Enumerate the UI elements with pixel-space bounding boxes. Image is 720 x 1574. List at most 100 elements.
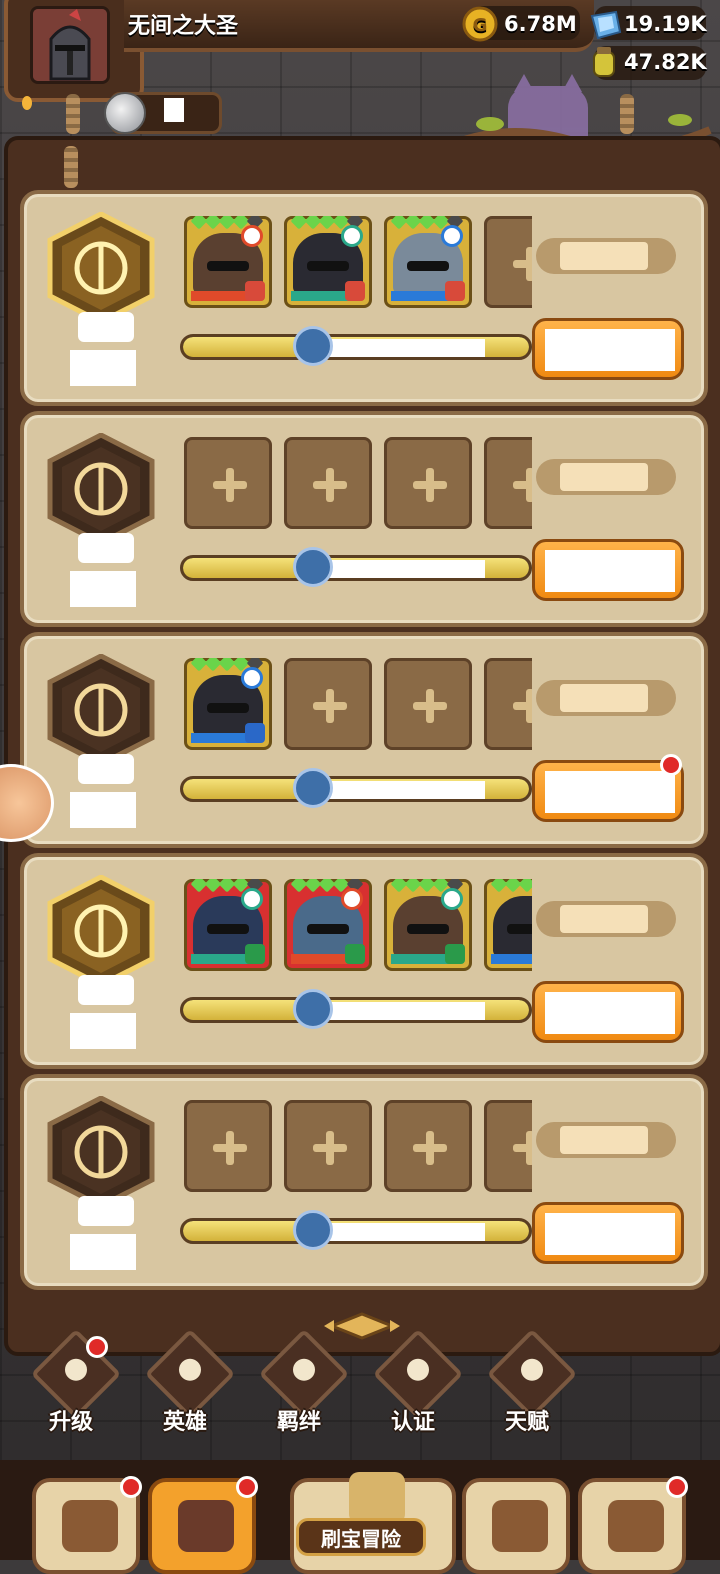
hero-card[interactable] — [284, 879, 372, 971]
hero-card[interactable] — [184, 658, 272, 750]
bow-icon[interactable] — [46, 1095, 156, 1209]
progress-gem-icon — [292, 989, 333, 1029]
plus-icon — [413, 689, 447, 723]
tab-hero[interactable]: 英雄 — [128, 1328, 242, 1446]
class-name-label — [70, 571, 136, 607]
star-icon — [404, 216, 422, 230]
notification-badge — [236, 1476, 258, 1498]
class-progress-bar — [180, 555, 532, 581]
class-upgrade-button[interactable] — [532, 318, 684, 380]
star-icon — [504, 879, 522, 893]
silver-medal-icon — [104, 92, 146, 134]
star-icon — [318, 879, 336, 893]
plus-icon — [413, 1131, 447, 1165]
fire-element-icon — [341, 888, 363, 910]
empty-hero-slot[interactable] — [384, 437, 472, 529]
class-upgrade-button[interactable] — [532, 981, 684, 1043]
bonus-tag — [536, 680, 676, 716]
empty-hero-slot[interactable] — [384, 658, 472, 750]
hero-card[interactable] — [384, 879, 472, 971]
bonus-tag-text — [560, 1126, 648, 1154]
player-avatar[interactable] — [30, 6, 110, 84]
empty-hero-slot[interactable] — [384, 1100, 472, 1192]
button-label-redacted — [545, 1213, 675, 1255]
tab-talent[interactable]: 天赋 — [470, 1328, 584, 1446]
empty-hero-slot[interactable] — [484, 437, 532, 529]
progress-text-redacted — [329, 1002, 485, 1020]
notification-badge — [666, 1476, 688, 1498]
hero-slot-list — [184, 879, 532, 975]
hero-card[interactable] — [184, 879, 272, 971]
class-progress-bar — [180, 1218, 532, 1244]
class-upgrade-button[interactable] — [532, 1202, 684, 1264]
bonus-tag — [536, 238, 676, 274]
empty-hero-slot[interactable] — [484, 216, 532, 308]
progress-gem-icon — [292, 768, 333, 808]
button-label-redacted — [545, 992, 675, 1034]
adventure-label[interactable]: 刷宝冒险 — [296, 1518, 426, 1556]
star-icon — [218, 216, 236, 230]
bonus-tag-text — [560, 242, 648, 270]
wind-element-icon — [441, 888, 463, 910]
star-icon — [390, 216, 408, 230]
bonus-tag-text — [560, 684, 648, 712]
progress-gem-icon — [292, 547, 333, 587]
holy-cross-icon[interactable] — [46, 653, 156, 767]
hero-card[interactable] — [184, 216, 272, 308]
empty-hero-slot[interactable] — [184, 437, 272, 529]
staff-icon[interactable] — [46, 432, 156, 546]
gold-coin-icon: G — [462, 6, 498, 42]
fire-element-icon — [241, 225, 263, 247]
potion-value: 47.82K — [624, 50, 707, 74]
progress-text-redacted — [329, 560, 485, 578]
gold-counter[interactable]: G 6.78M — [462, 6, 577, 42]
water-element-icon — [441, 225, 463, 247]
star-icon — [518, 879, 532, 893]
hero-stars — [490, 879, 532, 893]
notification-badge — [86, 1336, 108, 1358]
crystal-value: 19.19K — [624, 12, 707, 36]
hero-card[interactable] — [384, 216, 472, 308]
notification-badge — [120, 1476, 142, 1498]
class-name-label — [70, 1234, 136, 1270]
hero-slot-list — [184, 437, 532, 533]
tab-bond[interactable]: 羁绊 — [242, 1328, 356, 1446]
plus-icon — [513, 1131, 532, 1165]
feature-tabs: 升级 英雄 羁绊 认证 天赋 — [0, 1326, 720, 1446]
potion-jar-icon — [593, 47, 615, 77]
hero-card[interactable] — [284, 216, 372, 308]
tab-label: 羁绊 — [276, 1410, 321, 1435]
tab-eye[interactable]: 认证 — [356, 1328, 470, 1446]
hanging-rope-left — [66, 94, 80, 134]
empty-hero-slot[interactable] — [284, 658, 372, 750]
top-bar: 无间之大圣 G 6.78M 19.19K 47.82K — [0, 0, 720, 177]
wind-element-icon — [341, 225, 363, 247]
tank-role-icon — [345, 281, 365, 301]
player-name: 无间之大圣 — [128, 14, 239, 39]
hero-element-strip — [391, 291, 449, 301]
hero-card[interactable] — [484, 879, 532, 971]
sword-icon[interactable] — [46, 874, 156, 988]
hero-slot-list — [184, 216, 532, 312]
progress-gem-icon — [292, 326, 333, 366]
progress-gem-icon — [292, 1210, 333, 1250]
empty-hero-slot[interactable] — [484, 658, 532, 750]
star-icon — [218, 879, 236, 893]
shield-icon[interactable] — [46, 211, 156, 325]
empty-hero-slot[interactable] — [484, 1100, 532, 1192]
potion-counter[interactable]: 47.82K — [586, 44, 707, 80]
tab-upgrade[interactable]: 升级 — [14, 1328, 128, 1446]
star-icon — [418, 216, 436, 230]
empty-hero-slot[interactable] — [284, 1100, 372, 1192]
star-icon — [304, 216, 322, 230]
empty-hero-slot[interactable] — [284, 437, 372, 529]
star-icon — [218, 658, 236, 672]
progress-text-redacted — [329, 781, 485, 799]
crystal-counter[interactable]: 19.19K — [586, 6, 707, 42]
class-upgrade-button[interactable] — [532, 539, 684, 601]
hero-slot-list — [184, 1100, 532, 1196]
star-icon — [318, 216, 336, 230]
hero-element-strip — [491, 954, 532, 964]
empty-hero-slot[interactable] — [184, 1100, 272, 1192]
bonus-tag — [536, 459, 676, 495]
